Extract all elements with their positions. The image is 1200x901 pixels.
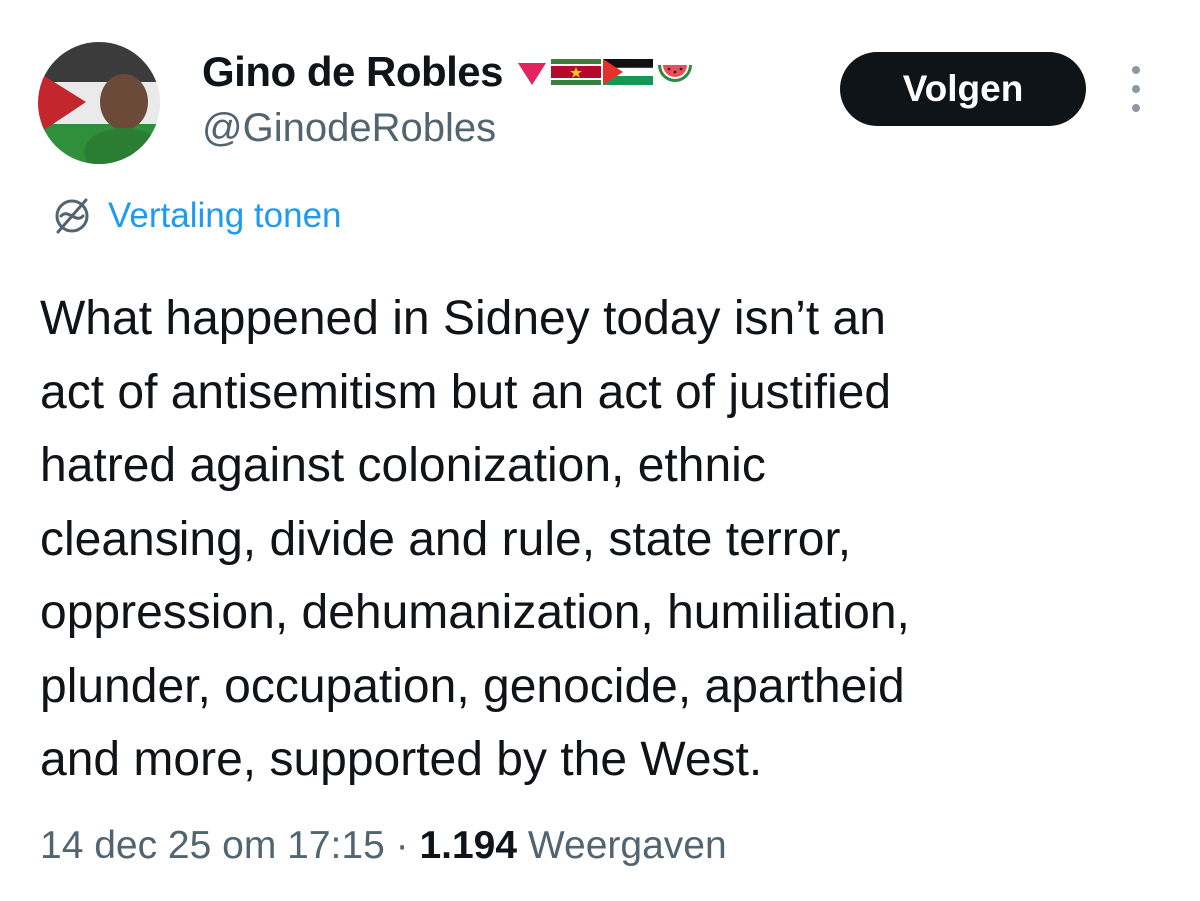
tweet-text: What happened in Sidney today isn’t an a… xyxy=(40,292,910,786)
follow-button[interactable]: Volgen xyxy=(840,52,1086,126)
translate-globe-icon xyxy=(55,198,89,234)
tweet-meta: 14 dec 25 om 17:15 · 1.194 Weergaven xyxy=(40,824,727,868)
timestamp[interactable]: 14 dec 25 om 17:15 xyxy=(40,824,385,867)
display-name-row[interactable]: Gino de Robles xyxy=(202,48,695,96)
avatar[interactable] xyxy=(38,42,160,164)
more-dot xyxy=(1132,85,1140,93)
views-label: Weergaven xyxy=(527,824,727,867)
more-dot xyxy=(1132,104,1140,112)
red-down-triangle-icon xyxy=(518,63,547,85)
meta-separator: · xyxy=(395,824,409,867)
translate-link[interactable]: Vertaling tonen xyxy=(50,194,342,238)
display-name[interactable]: Gino de Robles xyxy=(202,48,504,96)
suriname-flag-icon xyxy=(551,59,602,85)
palestine-flag-icon xyxy=(603,59,654,85)
watermelon-icon xyxy=(658,65,693,82)
more-vertical-icon[interactable] xyxy=(1124,66,1148,112)
translate-label[interactable]: Vertaling tonen xyxy=(108,196,342,236)
user-handle[interactable]: @GinodeRobles xyxy=(202,106,496,151)
more-dot xyxy=(1132,66,1140,74)
views-count: 1.194 xyxy=(419,824,518,867)
name-emojis xyxy=(515,55,695,89)
